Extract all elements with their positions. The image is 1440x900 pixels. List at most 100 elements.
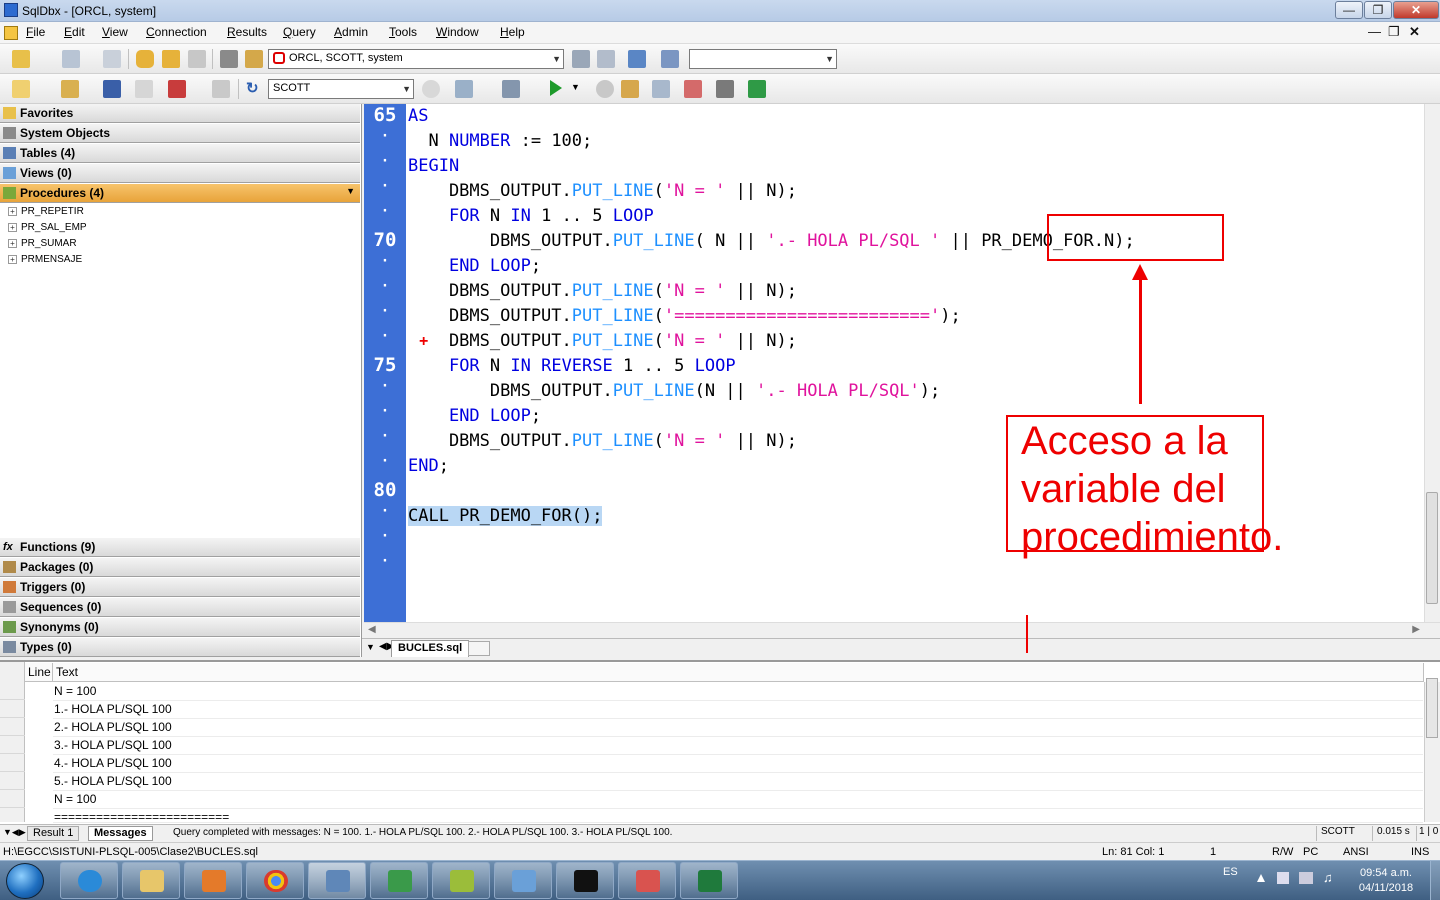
disconnect-icon[interactable] <box>62 50 80 68</box>
compare-icon[interactable] <box>661 50 679 68</box>
expand-icon[interactable]: + <box>8 238 17 248</box>
menu-connection[interactable]: Connection <box>146 25 207 39</box>
table-row[interactable]: N = 100 <box>53 683 1423 701</box>
list-icon[interactable] <box>502 80 520 98</box>
open-folder-icon[interactable] <box>245 50 263 68</box>
row-header[interactable] <box>0 718 25 736</box>
minimize-button[interactable]: — <box>1335 1 1363 19</box>
tab-result-1[interactable]: Result 1 <box>27 826 80 841</box>
mdi-close-button[interactable]: ✕ <box>1409 24 1420 40</box>
table-row[interactable]: 5.- HOLA PL/SQL 100 <box>53 773 1423 791</box>
menu-tools[interactable]: Tools <box>389 25 417 39</box>
tab-bucles-sql[interactable]: BUCLES.sql <box>391 640 470 657</box>
menu-window[interactable]: Window <box>436 25 479 39</box>
table-row[interactable]: 2.- HOLA PL/SQL 100 <box>53 719 1423 737</box>
tab-messages[interactable]: Messages <box>88 826 153 841</box>
section-views[interactable]: Views (0) <box>0 164 360 183</box>
excel-export-icon[interactable] <box>748 80 766 98</box>
mdi-restore-button[interactable]: ❐ <box>1388 24 1400 40</box>
blank-select[interactable]: ▼ <box>689 49 837 69</box>
section-tables[interactable]: Tables (4) <box>0 144 360 163</box>
section-system-objects[interactable]: System Objects <box>0 124 360 143</box>
section-synonyms[interactable]: Synonyms (0) <box>0 618 360 637</box>
editor-scroll-thumb[interactable] <box>1426 492 1438 604</box>
taskbar-sqldbx[interactable] <box>308 862 366 899</box>
network-flag-icon[interactable] <box>1277 872 1289 884</box>
menu-admin[interactable]: Admin <box>334 25 368 39</box>
menu-view[interactable]: View <box>102 25 128 39</box>
close-button[interactable]: ✕ <box>1393 1 1439 19</box>
section-types[interactable]: Types (0) <box>0 638 360 657</box>
tray-expand-icon[interactable] <box>1257 874 1265 882</box>
refresh-icon[interactable]: ↻ <box>246 79 259 97</box>
expand-icon[interactable]: + <box>8 206 17 216</box>
section-triggers[interactable]: Triggers (0) <box>0 578 360 597</box>
section-sequences[interactable]: Sequences (0) <box>0 598 360 617</box>
column-header-text[interactable]: Text <box>53 663 1424 682</box>
taskbar-excel[interactable] <box>680 862 738 899</box>
column-header-line[interactable]: Line <box>25 663 53 682</box>
chevron-down-icon[interactable]: ▼ <box>571 82 580 92</box>
table-row[interactable]: 1.- HOLA PL/SQL 100 <box>53 701 1423 719</box>
settings-icon[interactable] <box>422 80 440 98</box>
start-button[interactable] <box>6 863 44 899</box>
tools-icon[interactable] <box>572 50 590 68</box>
row-header[interactable] <box>0 772 25 790</box>
tree-item-procedure[interactable]: + PR_SAL_EMP <box>8 222 87 233</box>
row-header[interactable] <box>0 736 25 754</box>
row-header[interactable] <box>0 754 25 772</box>
row-header[interactable] <box>0 700 25 718</box>
taskbar-pen[interactable] <box>494 862 552 899</box>
menu-query[interactable]: Query <box>283 25 316 39</box>
language-indicator[interactable]: ES <box>1223 866 1238 878</box>
mdi-minimize-button[interactable]: — <box>1368 24 1381 39</box>
volume-icon[interactable]: ♫ <box>1323 870 1333 885</box>
new-connection-icon[interactable] <box>12 50 30 68</box>
open-file-icon[interactable] <box>61 80 79 98</box>
copy-icon[interactable] <box>597 50 615 68</box>
expand-icon[interactable]: + <box>8 222 17 232</box>
menu-file[interactable]: File <box>26 25 45 39</box>
tree-item-procedure[interactable]: + PR_REPETIR <box>8 206 84 217</box>
print-icon[interactable] <box>220 50 238 68</box>
tree-item-procedure[interactable]: + PRMENSAJE <box>8 254 82 265</box>
row-header[interactable] <box>0 790 25 808</box>
taskbar-cmd[interactable] <box>556 862 614 899</box>
schema-select[interactable]: SCOTT ▼ <box>268 79 414 99</box>
stop-icon[interactable] <box>596 80 614 98</box>
cancel-query-icon[interactable] <box>621 80 639 98</box>
clear-icon[interactable] <box>168 80 186 98</box>
table-row[interactable]: ========================= <box>53 809 1423 823</box>
system-clock[interactable]: 09:54 a.m. 04/11/2018 <box>1350 866 1422 896</box>
new-tab-icon[interactable] <box>468 641 490 656</box>
results-scroll-thumb[interactable] <box>1426 678 1438 738</box>
menu-help[interactable]: Help <box>500 25 525 39</box>
save-icon[interactable] <box>103 80 121 98</box>
expand-icon[interactable]: + <box>8 254 17 264</box>
menu-edit[interactable]: Edit <box>64 25 85 39</box>
connection-select[interactable]: ORCL, SCOTT, system ▼ <box>268 49 564 69</box>
database-icon[interactable] <box>136 50 154 68</box>
taskbar-snipping[interactable] <box>618 862 676 899</box>
new-query-icon[interactable] <box>12 80 30 98</box>
section-packages[interactable]: Packages (0) <box>0 558 360 577</box>
table-row[interactable]: 3.- HOLA PL/SQL 100 <box>53 737 1423 755</box>
transfer-icon[interactable] <box>628 50 646 68</box>
editor-horizontal-scrollbar[interactable]: ◀ ▶ <box>364 622 1440 638</box>
section-functions[interactable]: fx Functions (9) <box>0 538 360 557</box>
show-desktop-button[interactable] <box>1430 861 1440 900</box>
chevron-down-icon[interactable]: ▼ <box>366 642 375 652</box>
copy-connection-icon[interactable] <box>103 50 121 68</box>
table-row[interactable]: 4.- HOLA PL/SQL 100 <box>53 755 1423 773</box>
menu-results[interactable]: Results <box>227 25 267 39</box>
tree-item-procedure[interactable]: + PR_SUMAR <box>8 238 77 249</box>
taskbar-editor[interactable] <box>432 862 490 899</box>
network-icon[interactable] <box>1299 872 1313 884</box>
row-header[interactable] <box>0 682 25 700</box>
find-icon[interactable] <box>212 80 230 98</box>
taskbar-camtasia[interactable] <box>370 862 428 899</box>
taskbar-chrome[interactable] <box>246 862 304 899</box>
table-row[interactable]: N = 100 <box>53 791 1423 809</box>
execute-icon[interactable] <box>550 80 562 96</box>
section-procedures[interactable]: Procedures (4) ▼ <box>0 184 360 203</box>
